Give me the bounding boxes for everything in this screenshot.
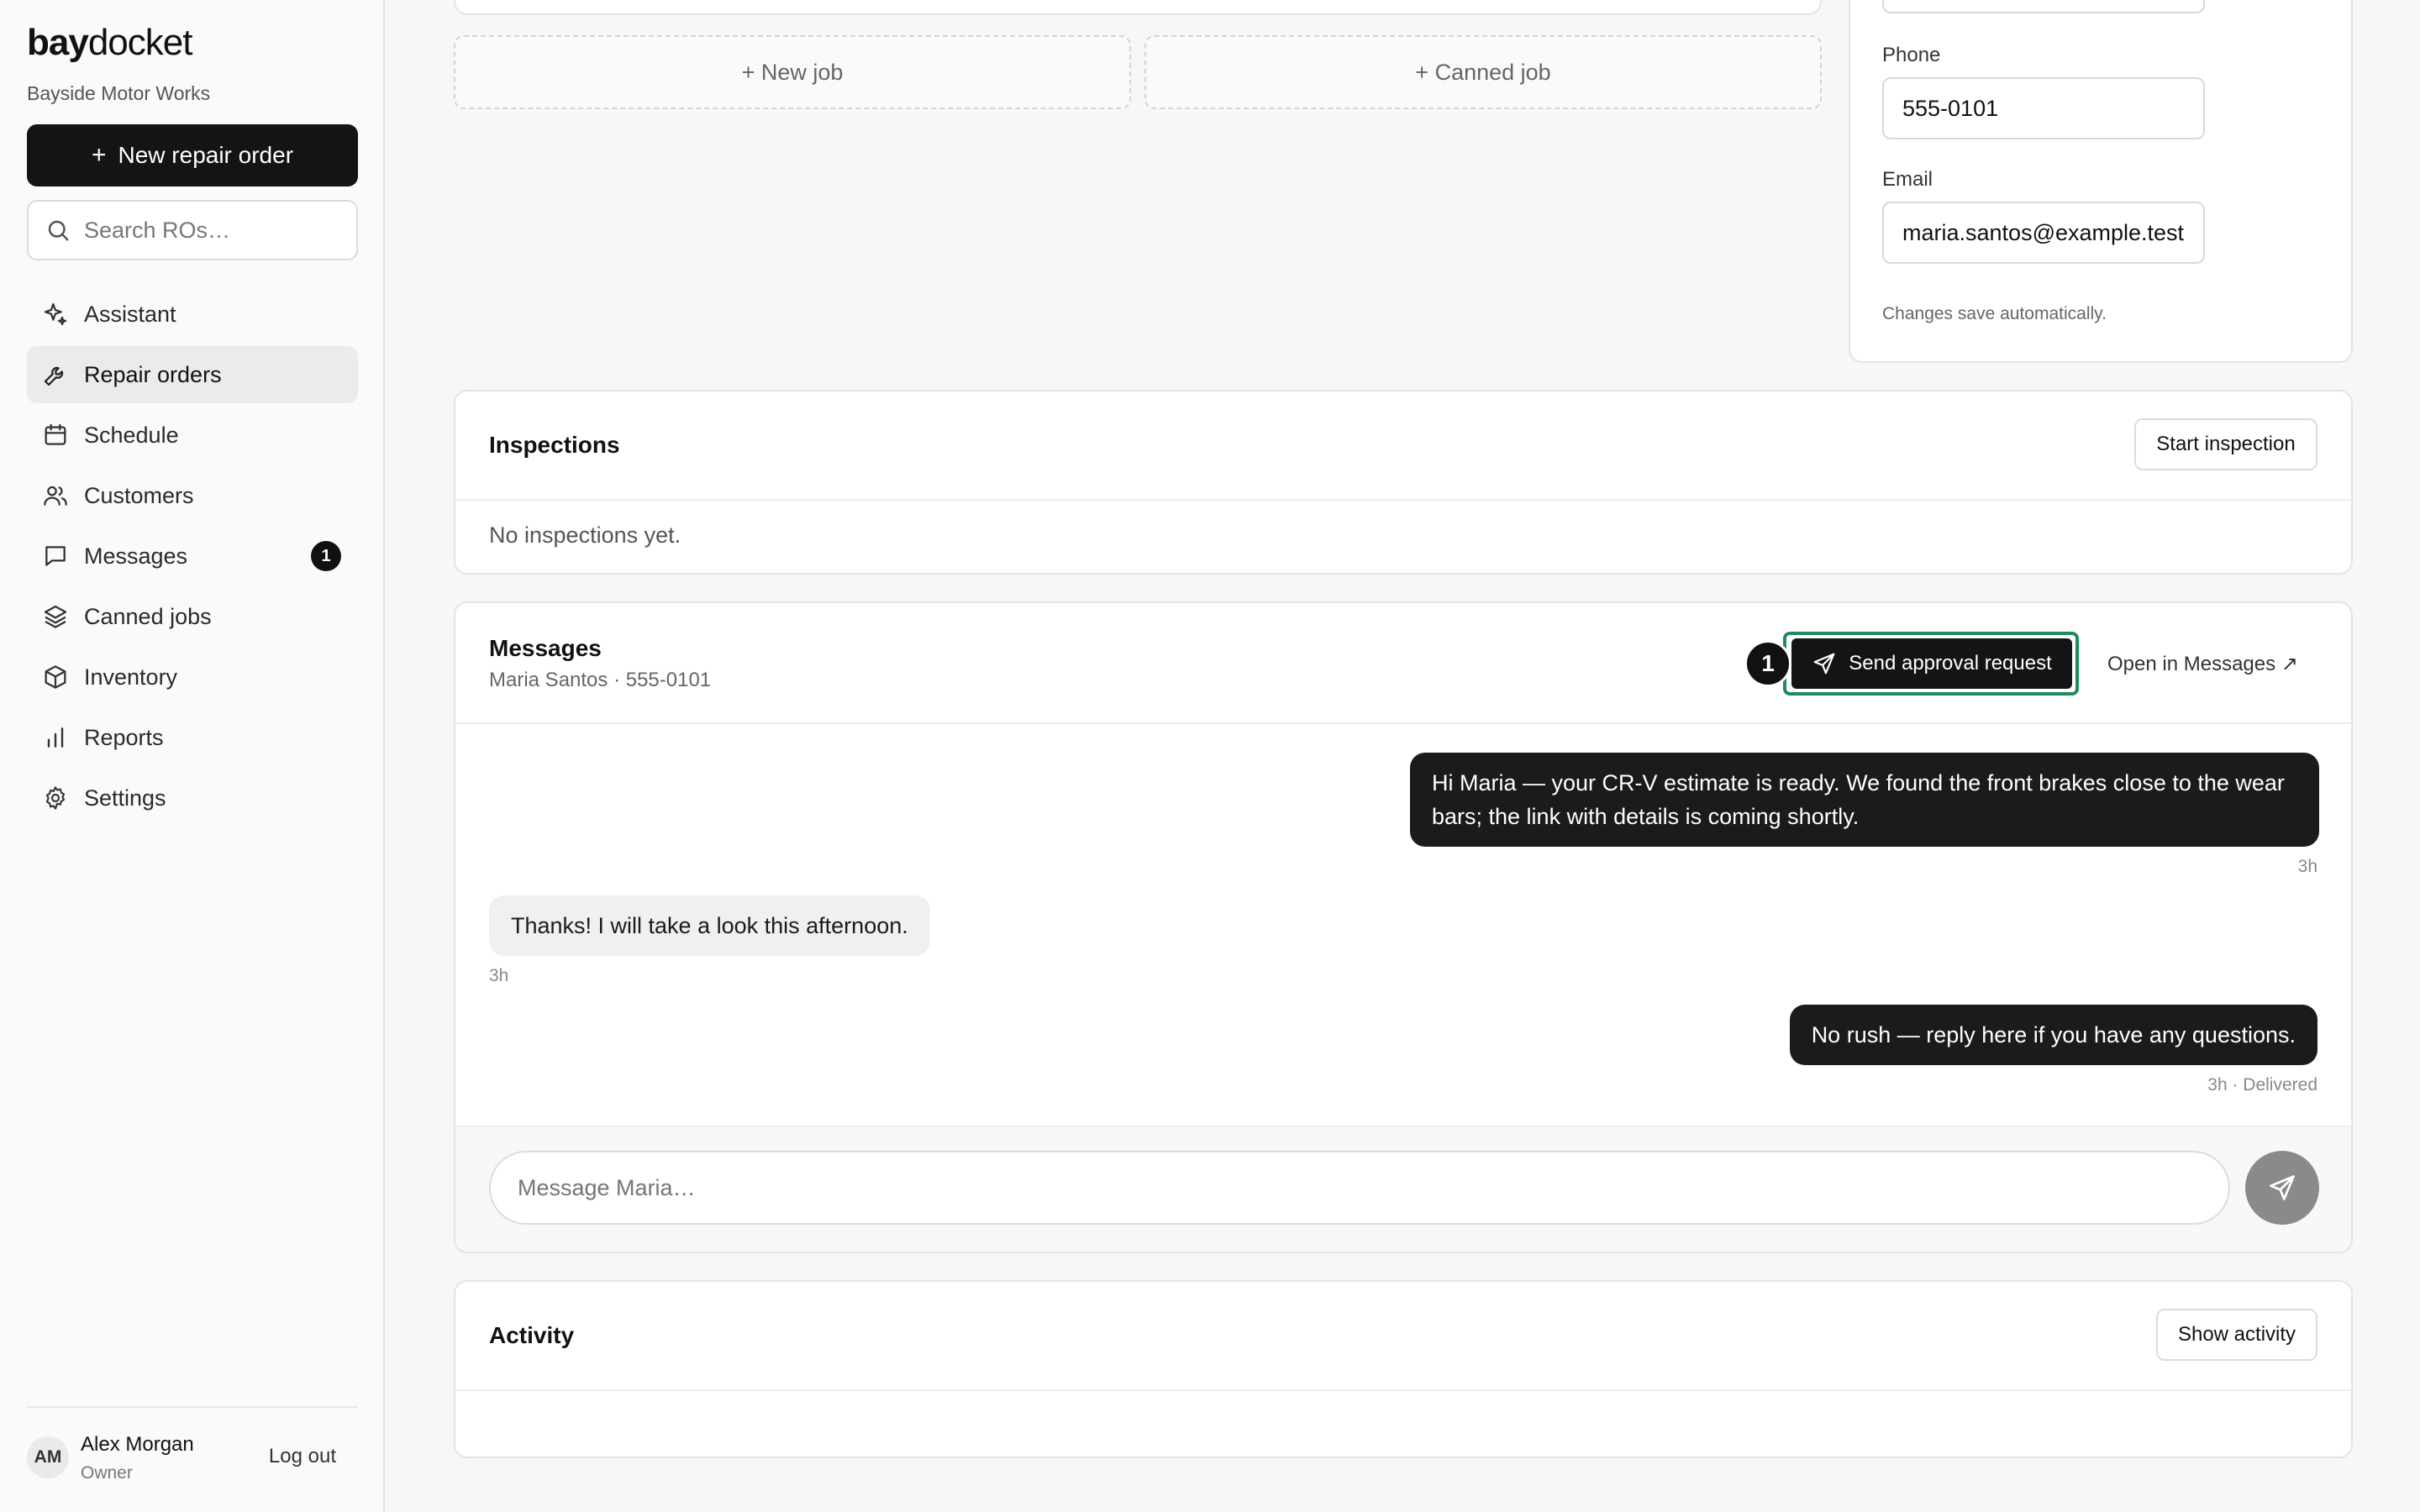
message-bubble-outgoing: Hi Maria — your CR-V estimate is ready. …	[1410, 753, 2319, 847]
sidebar-item-schedule[interactable]: Schedule	[27, 407, 358, 464]
compose-area	[455, 1126, 2351, 1252]
avatar[interactable]: AM	[27, 1436, 69, 1478]
activity-title: Activity	[489, 1322, 575, 1348]
search-box[interactable]	[27, 200, 358, 260]
bar-chart-icon	[47, 727, 64, 748]
divider	[455, 499, 2351, 501]
message-time: 3h	[2297, 857, 2317, 876]
sidebar-item-canned-jobs[interactable]: Canned jobs	[27, 588, 358, 645]
autosave-note: Changes save automatically.	[1882, 304, 2107, 323]
message-bubble-incoming: Thanks! I will take a look this afternoo…	[489, 895, 930, 956]
users-icon	[44, 486, 67, 506]
customer-name-field[interactable]	[1882, 0, 2205, 13]
start-inspection-button[interactable]: Start inspection	[2134, 418, 2317, 470]
sparkle-icon	[44, 302, 67, 326]
search-input[interactable]	[84, 217, 353, 244]
messages-title: Messages	[489, 635, 602, 661]
sidebar-item-inventory[interactable]: Inventory	[27, 648, 358, 706]
new-repair-order-button[interactable]: + New repair order	[27, 124, 358, 186]
sidebar-item-messages[interactable]: Messages 1	[27, 528, 358, 585]
inspections-card: Inspections Start inspection No inspecti…	[454, 390, 2353, 575]
gear-icon	[45, 786, 66, 810]
message-time: 3h	[489, 966, 509, 985]
message-input[interactable]	[489, 1151, 2230, 1225]
sidebar-nav: Assistant Repair orders Schedule Custome…	[27, 286, 358, 830]
phone-label: Phone	[1882, 44, 1941, 66]
sidebar-item-settings[interactable]: Settings	[27, 769, 358, 827]
user-panel: AM Alex Morgan Owner Log out	[27, 1406, 358, 1490]
step-marker: 1	[1744, 640, 1791, 687]
sidebar-item-customers[interactable]: Customers	[27, 467, 358, 524]
activity-card: Activity Show activity	[454, 1280, 2353, 1458]
calendar-icon	[45, 423, 66, 445]
shop-name: Bayside Motor Works	[27, 82, 211, 104]
send-approval-request-button[interactable]: Send approval request	[1791, 638, 2072, 689]
divider	[455, 722, 2351, 724]
canned-job-button[interactable]: + Canned job	[1144, 35, 1822, 109]
sidebar-item-assistant[interactable]: Assistant	[27, 286, 358, 343]
message-status: 3h · Delivered	[2207, 1075, 2317, 1095]
wrench-icon	[44, 366, 64, 386]
email-label: Email	[1882, 168, 1933, 191]
sidebar: baydocket Bayside Motor Works + New repa…	[0, 0, 385, 1512]
send-icon	[2270, 1175, 2295, 1200]
sidebar-item-reports[interactable]: Reports	[27, 709, 358, 766]
divider	[455, 1389, 2351, 1391]
user-role: Owner	[81, 1463, 133, 1483]
inspections-empty-text: No inspections yet.	[489, 522, 681, 548]
logout-button[interactable]: Log out	[269, 1445, 336, 1468]
jobs-card	[454, 0, 1822, 15]
user-name: Alex Morgan	[81, 1433, 194, 1456]
new-job-button[interactable]: + New job	[454, 35, 1131, 109]
box-icon	[45, 665, 66, 689]
messages-subtitle: Maria Santos · 555-0101	[489, 669, 712, 691]
message-bubble-outgoing: No rush — reply here if you have any que…	[1789, 1005, 2317, 1065]
messages-card: Messages Maria Santos · 555-0101 1 Send …	[454, 601, 2353, 1253]
inspections-title: Inspections	[489, 432, 620, 458]
open-in-messages-link[interactable]: Open in Messages ↗	[2107, 652, 2298, 676]
unread-badge: 1	[311, 541, 341, 571]
phone-field[interactable]: 555-0101	[1882, 77, 2205, 139]
search-icon	[48, 220, 69, 241]
send-message-button[interactable]	[2245, 1151, 2319, 1225]
chat-icon	[45, 546, 66, 566]
app-logo[interactable]: baydocket	[27, 22, 192, 64]
show-activity-button[interactable]: Show activity	[2156, 1309, 2317, 1361]
send-icon	[1813, 653, 1835, 675]
plus-icon: +	[91, 141, 107, 169]
email-field[interactable]: maria.santos@example.test	[1882, 202, 2205, 264]
sidebar-item-repair-orders[interactable]: Repair orders	[27, 346, 358, 403]
layers-icon	[44, 605, 67, 628]
